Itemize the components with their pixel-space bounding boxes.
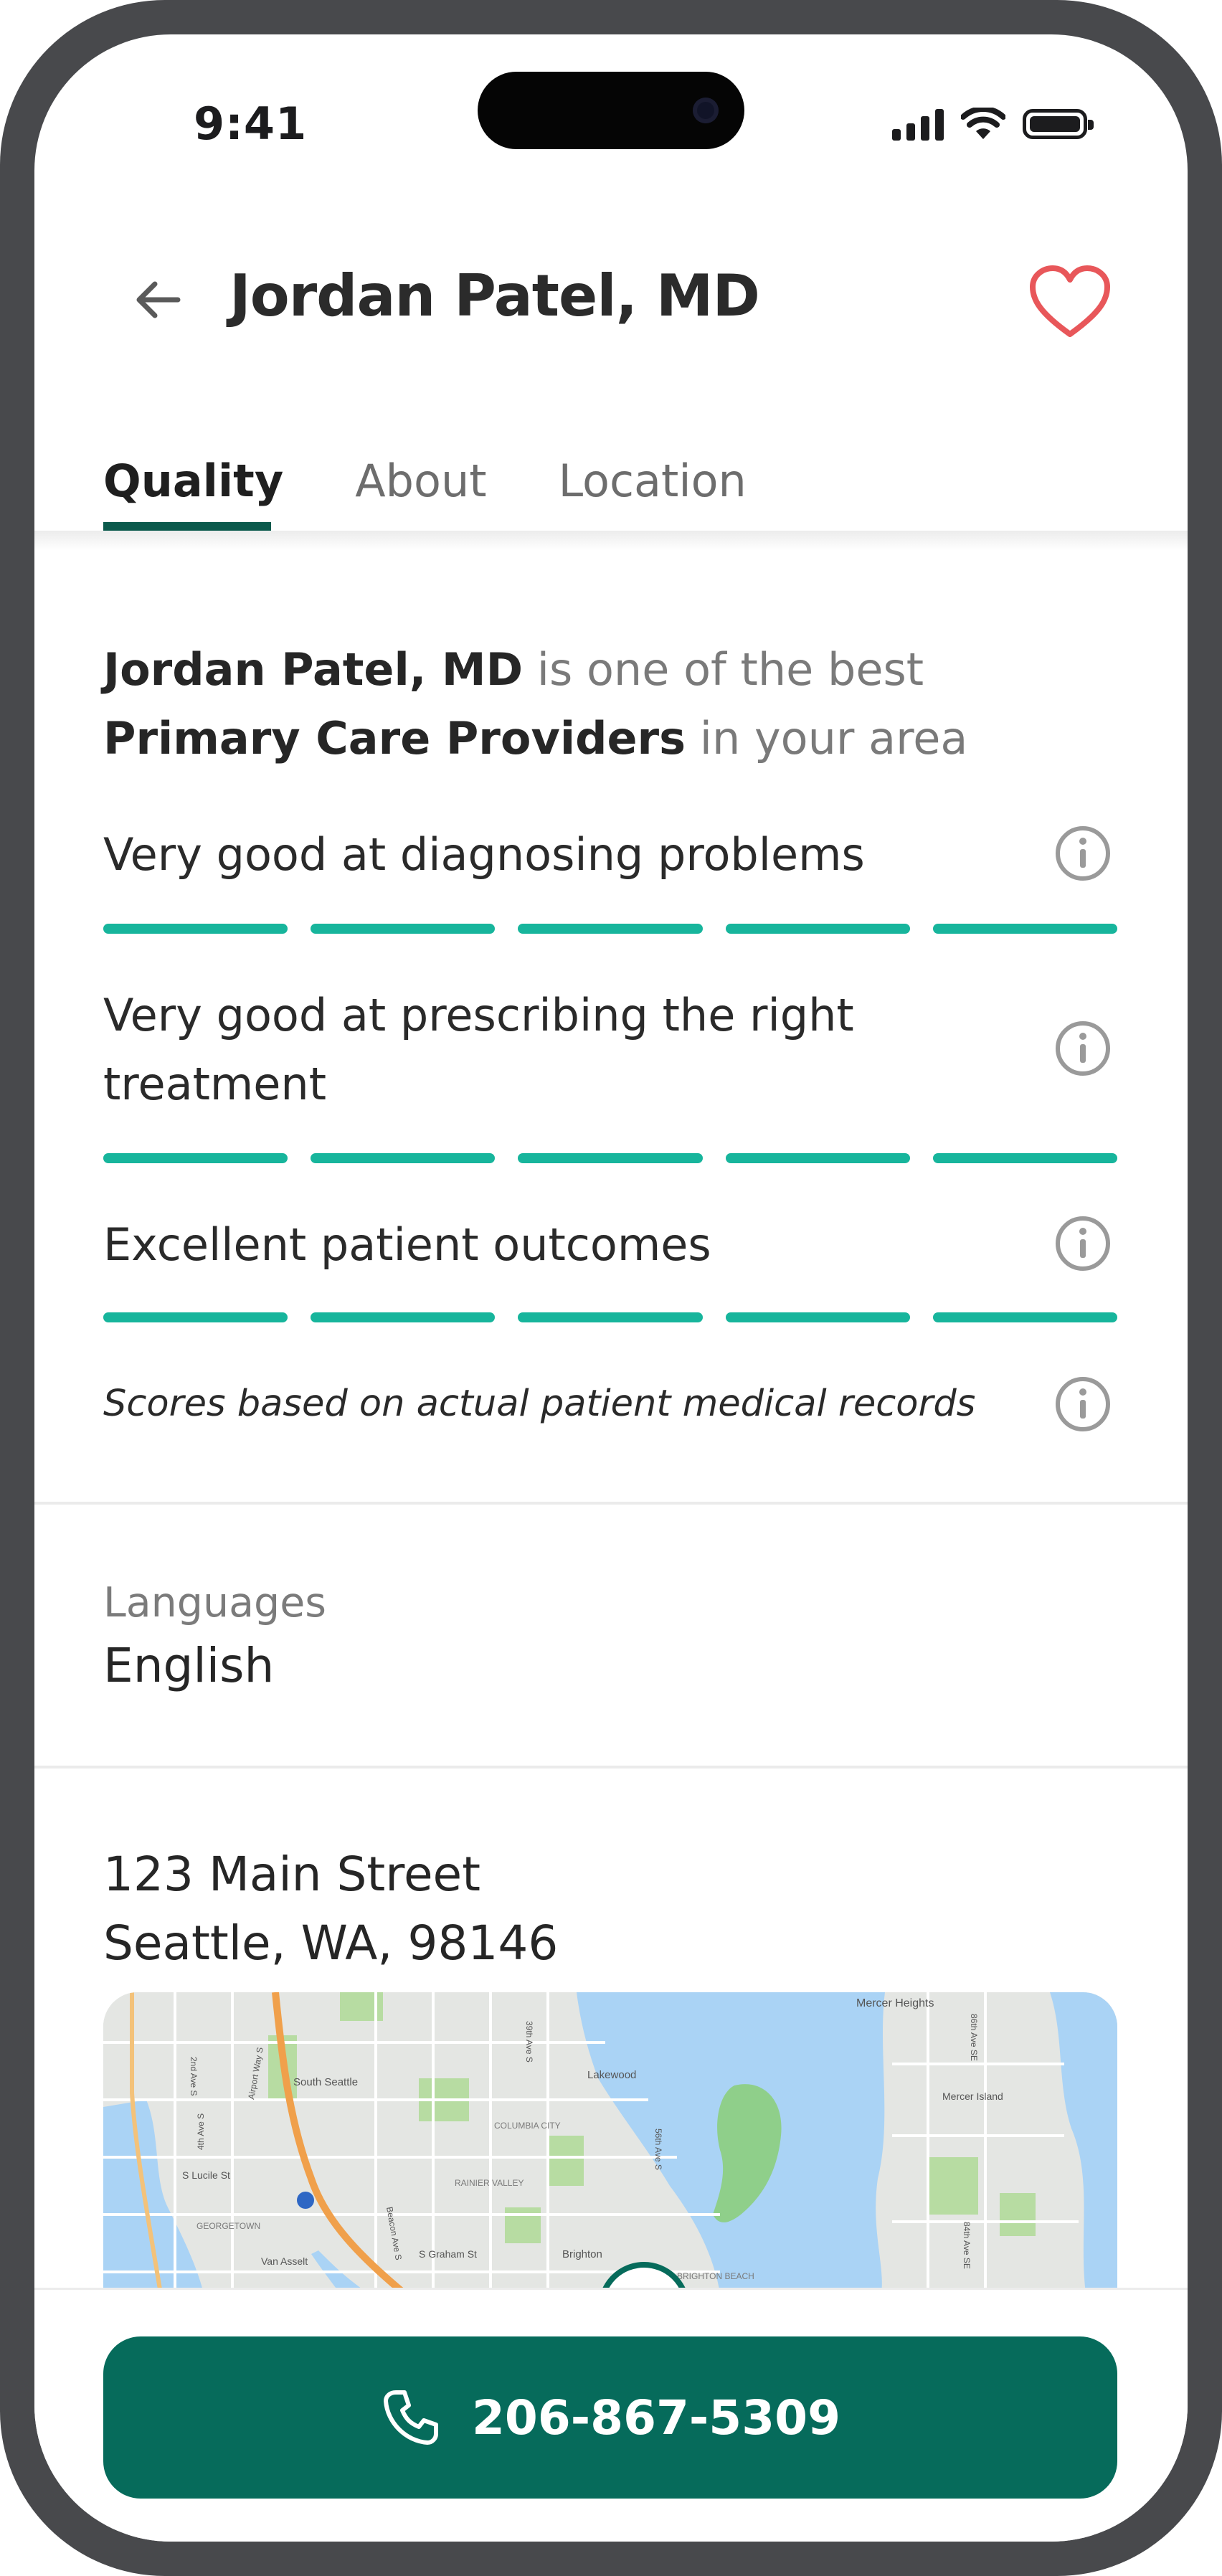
score-segment <box>103 1153 288 1163</box>
map-label: S Lucile St <box>182 2169 230 2181</box>
favorite-heart-icon[interactable] <box>1027 262 1113 343</box>
score-segment <box>725 924 910 934</box>
map-label: S Graham St <box>419 2248 477 2260</box>
quality-intro: Jordan Patel, MD is one of the best Prim… <box>103 635 1036 773</box>
map-graphic: Mercer Heights Mercer Island South Seatt… <box>103 1992 1117 2293</box>
intro-text: is one of the best <box>523 643 924 696</box>
score-bars <box>103 1312 1118 1322</box>
languages-value: English <box>103 1638 275 1693</box>
back-arrow-icon[interactable] <box>120 264 192 336</box>
metric-label: Excellent patient outcomes <box>103 1218 711 1271</box>
cellular-signal-icon <box>892 108 944 141</box>
camera-icon <box>693 98 719 123</box>
score-segment <box>311 1153 496 1163</box>
metric-label: Very good at diagnosing problems <box>103 828 865 881</box>
location-map[interactable]: Mercer Heights Mercer Island South Seatt… <box>103 1992 1117 2293</box>
map-label: 56th Ave S <box>653 2128 663 2170</box>
map-label: BRIGHTON BEACH <box>677 2271 754 2281</box>
score-segment <box>311 924 496 934</box>
section-divider <box>34 1502 1188 1505</box>
map-label: Mercer Heights <box>856 1997 934 2009</box>
device-frame: 9:41 Jordan Patel, MD Quality About Loca… <box>0 0 1222 2576</box>
map-label: 4th Ave S <box>196 2113 206 2150</box>
score-segment <box>103 1312 288 1322</box>
address-line-2: Seattle, WA, 98146 <box>103 1916 559 1971</box>
interstate-shield-icon <box>297 2192 314 2209</box>
score-bars <box>103 924 1118 934</box>
wifi-icon <box>961 108 1005 139</box>
tab-bar: Quality About Location <box>103 455 747 507</box>
tab-about[interactable]: About <box>355 455 486 507</box>
map-label: Brighton <box>562 2248 602 2260</box>
score-segment <box>311 1312 496 1322</box>
address: 123 Main Street Seattle, WA, 98146 <box>103 1840 558 1978</box>
provider-name: Jordan Patel, MD <box>103 643 524 696</box>
score-segment <box>932 1153 1118 1163</box>
map-label: 86th Ave SE <box>969 2014 979 2061</box>
map-label: RAINIER VALLEY <box>455 2178 524 2188</box>
map-label: South Seattle <box>293 2076 358 2088</box>
info-icon[interactable] <box>1054 1020 1112 1077</box>
map-label: Lakewood <box>587 2069 636 2081</box>
tab-bar-shadow <box>34 531 1188 551</box>
screen: 9:41 Jordan Patel, MD Quality About Loca… <box>34 34 1188 2542</box>
score-segment <box>725 1153 910 1163</box>
status-icons <box>892 108 1094 141</box>
address-line-1: 123 Main Street <box>103 1847 481 1902</box>
map-label: GEORGETOWN <box>196 2221 260 2231</box>
battery-icon <box>1023 109 1094 139</box>
score-segment <box>932 924 1118 934</box>
phone-icon <box>383 2390 438 2445</box>
tab-location[interactable]: Location <box>559 455 747 507</box>
metric-label: Very good at prescribing the right treat… <box>103 989 854 1110</box>
map-label: 2nd Ave S <box>189 2057 199 2096</box>
map-label: 84th Ave SE <box>962 2222 972 2269</box>
dynamic-island <box>478 72 744 149</box>
page-title: Jordan Patel, MD <box>229 262 760 329</box>
call-button-label: 206-867-5309 <box>471 2390 840 2445</box>
score-segment <box>725 1312 910 1322</box>
provider-specialty: Primary Care Providers <box>103 712 686 764</box>
section-divider <box>34 1766 1188 1768</box>
call-button[interactable]: 206-867-5309 <box>103 2336 1117 2499</box>
status-time: 9:41 <box>194 98 308 150</box>
score-segment <box>518 1312 703 1322</box>
info-icon[interactable] <box>1054 825 1112 882</box>
score-segment <box>518 1153 703 1163</box>
intro-text-end: in your area <box>686 712 968 764</box>
languages-label: Languages <box>103 1579 326 1626</box>
map-label: 39th Ave S <box>524 2021 534 2063</box>
info-icon[interactable] <box>1054 1375 1112 1433</box>
map-label: Van Asselt <box>261 2255 308 2267</box>
map-label: COLUMBIA CITY <box>494 2121 561 2131</box>
active-tab-indicator <box>103 522 271 531</box>
score-segment <box>103 924 288 934</box>
tab-quality[interactable]: Quality <box>103 455 283 507</box>
map-label: Mercer Island <box>942 2090 1003 2102</box>
scores-footnote: Scores based on actual patient medical r… <box>103 1383 976 1425</box>
info-icon[interactable] <box>1054 1215 1112 1272</box>
score-bars <box>103 1153 1118 1163</box>
score-segment <box>932 1312 1118 1322</box>
score-segment <box>518 924 703 934</box>
